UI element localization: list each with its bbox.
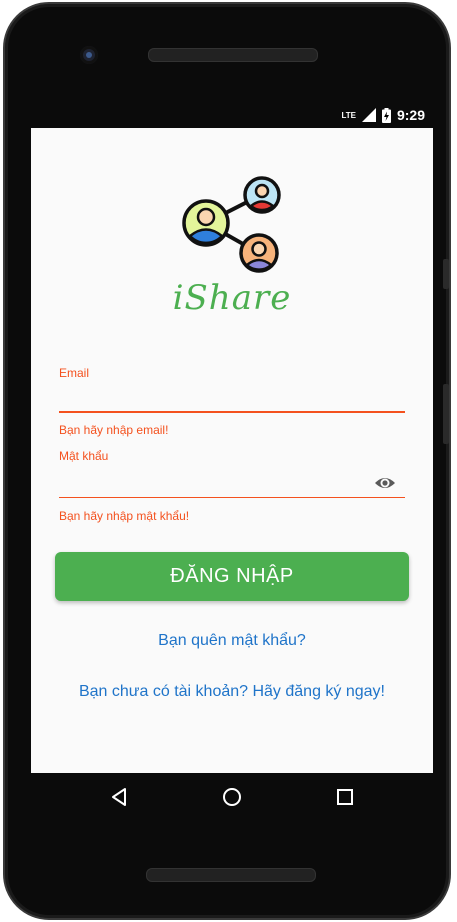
navigation-bar [31, 773, 433, 821]
password-error: Bạn hãy nhập mật khẩu! [59, 509, 190, 523]
recents-square-icon[interactable] [333, 785, 357, 809]
email-label: Email [59, 366, 90, 380]
forgot-password-link[interactable]: Bạn quên mật khẩu? [31, 632, 433, 650]
brand-name: iShare [172, 278, 292, 318]
share-network-people-icon [182, 176, 281, 273]
volume-button [443, 259, 449, 289]
email-field[interactable] [59, 386, 373, 412]
front-camera [80, 46, 98, 64]
eye-icon[interactable] [374, 474, 396, 492]
email-underline [59, 411, 405, 413]
register-link[interactable]: Bạn chưa có tài khoản? Hãy đăng ký ngay! [31, 683, 433, 701]
signal-icon [361, 108, 376, 122]
app-screen: iShare Email Bạn hãy nhập email! Mật khẩ… [31, 128, 433, 773]
top-speaker [148, 48, 318, 62]
password-field[interactable] [59, 471, 373, 497]
network-type: LTE [341, 110, 356, 120]
status-bar: LTE 9:29 [31, 104, 433, 128]
battery-charging-icon [381, 107, 391, 123]
bottom-speaker [146, 868, 316, 882]
login-button[interactable]: ĐĂNG NHẬP [55, 552, 409, 601]
email-error: Bạn hãy nhập email! [59, 423, 169, 437]
clock: 9:29 [396, 107, 425, 123]
home-circle-icon[interactable] [220, 785, 244, 809]
back-triangle-icon[interactable] [108, 785, 132, 809]
power-button [443, 384, 449, 444]
password-label: Mật khẩu [59, 449, 109, 463]
password-underline [59, 497, 405, 498]
